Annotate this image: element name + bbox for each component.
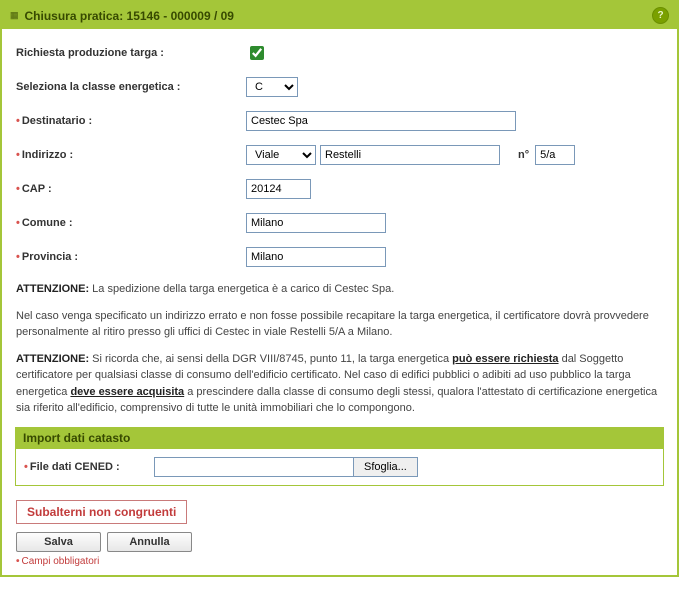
targa-label: Richiesta produzione targa : xyxy=(16,47,246,59)
req-dot: • xyxy=(16,149,20,161)
indirizzo-tipo-select[interactable]: Viale xyxy=(246,145,316,165)
destinatario-label: Destinatario : xyxy=(22,115,92,127)
paragraph-2: Nel caso venga specificato un indirizzo … xyxy=(16,308,663,341)
destinatario-input[interactable] xyxy=(246,111,516,131)
provincia-label: Provincia : xyxy=(22,251,78,263)
targa-checkbox[interactable] xyxy=(250,46,264,60)
req-dot: • xyxy=(16,251,20,263)
comune-label: Comune : xyxy=(22,217,73,229)
import-body: •File dati CENED : Sfoglia... xyxy=(15,449,664,486)
classe-select[interactable]: C xyxy=(246,77,298,97)
attention-1: ATTENZIONE: La spedizione della targa en… xyxy=(16,281,663,298)
indirizzo-num-input[interactable] xyxy=(535,145,575,165)
req-dot: • xyxy=(16,183,20,195)
indirizzo-label: Indirizzo : xyxy=(22,149,73,161)
browse-button[interactable]: Sfoglia... xyxy=(353,457,418,477)
file-label: File dati CENED : xyxy=(30,461,120,473)
req-dot: • xyxy=(24,461,28,473)
attention-2: ATTENZIONE: Si ricorda che, ai sensi del… xyxy=(16,351,663,417)
mandatory-note: •Campi obbligatori xyxy=(16,556,663,567)
panel-title: Chiusura pratica: 15146 - 000009 / 09 xyxy=(25,9,234,23)
main-panel: ▦ Chiusura pratica: 15146 - 000009 / 09 … xyxy=(0,0,679,577)
classe-label: Seleziona la classe energetica : xyxy=(16,81,246,93)
provincia-input[interactable] xyxy=(246,247,386,267)
save-button[interactable]: Salva xyxy=(16,532,101,552)
req-dot: • xyxy=(16,217,20,229)
subalterni-warning-link[interactable]: Subalterni non congruenti xyxy=(16,500,187,524)
cap-label: CAP : xyxy=(22,183,52,195)
req-dot: • xyxy=(16,115,20,127)
form-icon: ▦ xyxy=(10,10,19,21)
cancel-button[interactable]: Annulla xyxy=(107,532,192,552)
indirizzo-via-input[interactable] xyxy=(320,145,500,165)
import-header: Import dati catasto xyxy=(15,427,664,449)
comune-input[interactable] xyxy=(246,213,386,233)
file-input[interactable] xyxy=(154,457,354,477)
indirizzo-n-label: n° xyxy=(518,149,529,161)
cap-input[interactable] xyxy=(246,179,311,199)
help-icon[interactable]: ? xyxy=(652,7,669,24)
panel-header: ▦ Chiusura pratica: 15146 - 000009 / 09 … xyxy=(2,2,677,29)
